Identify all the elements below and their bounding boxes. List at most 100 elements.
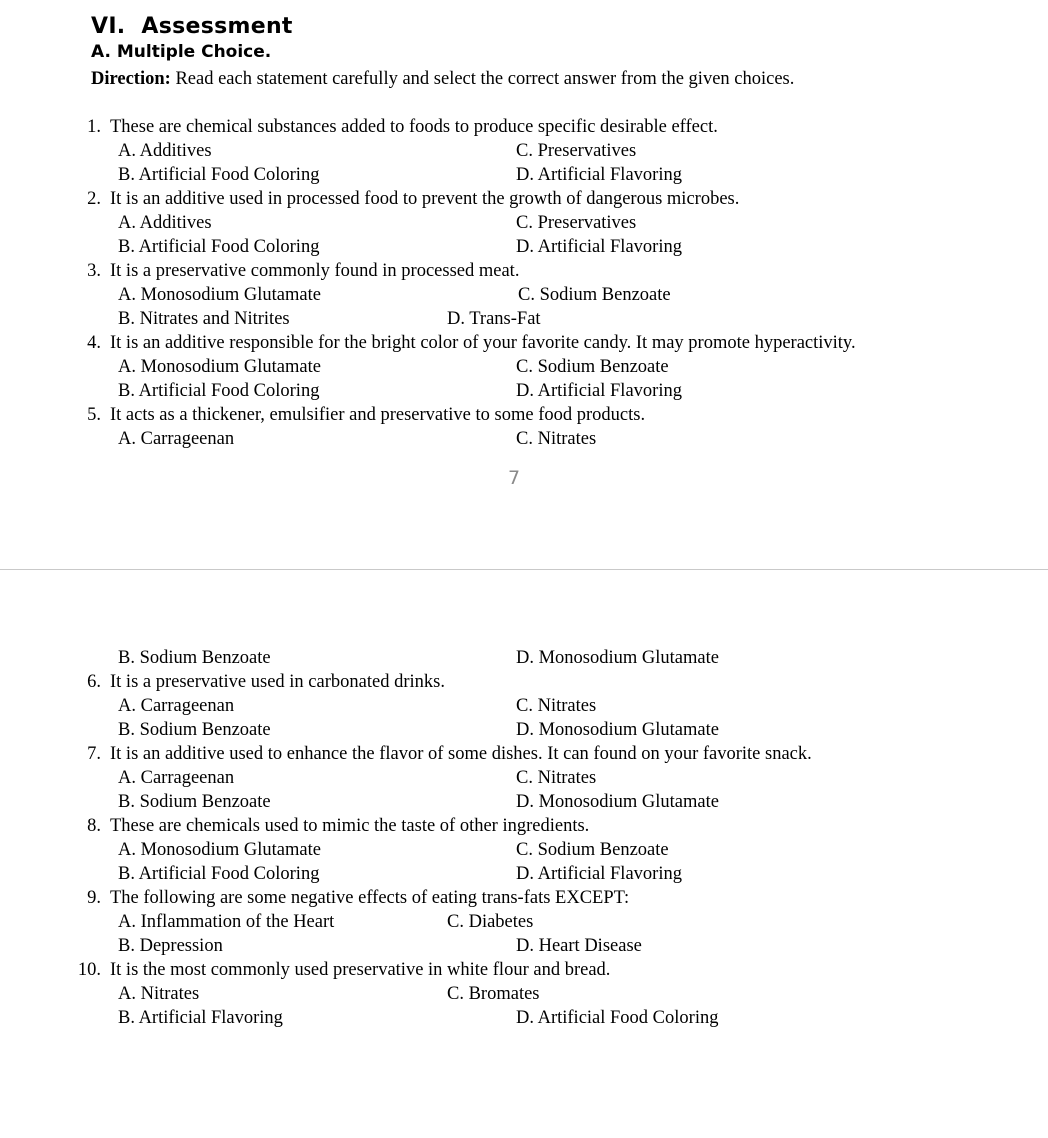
choice-row: A. Carrageenan C. Nitrates — [0, 427, 1048, 451]
choice-option-left[interactable]: B. Artificial Flavoring — [118, 1006, 283, 1030]
choice-row: B. Artificial Food Coloring D. Artificial… — [0, 235, 1048, 259]
question-item: 2. It is an additive used in processed fo… — [0, 187, 1048, 211]
choice-option-right[interactable]: D. Heart Disease — [516, 934, 642, 958]
choice-option-left[interactable]: A. Additives — [118, 211, 212, 235]
choice-row: B. Artificial Food Coloring D. Artificial… — [0, 163, 1048, 187]
document-header: VI. Assessment A. Multiple Choice. Direc… — [0, 0, 1048, 91]
question-number: 9. — [87, 888, 101, 908]
choice-row: A. Monosodium Glutamate C. Sodium Benzoat… — [0, 355, 1048, 379]
choice-row: B. Artificial Flavoring D. Artificial Foo… — [0, 1006, 1048, 1030]
question-number: 8. — [87, 816, 101, 836]
choice-option-left[interactable]: B. Sodium Benzoate — [118, 718, 271, 742]
direction-text: Read each statement carefully and select… — [170, 69, 795, 89]
choice-row: A. Carrageenan C. Nitrates — [0, 766, 1048, 790]
choice-row: A. Additives C. Preservatives — [0, 211, 1048, 235]
page-bottom-spacer — [0, 489, 1048, 569]
question-item: 7. It is an additive used to enhance the … — [0, 742, 1048, 766]
question-number: 7. — [87, 744, 101, 764]
choice-option-right[interactable]: C. Sodium Benzoate — [516, 355, 669, 379]
choice-option-right[interactable]: D. Artificial Flavoring — [516, 379, 682, 403]
choice-row: B. Sodium Benzoate D. Monosodium Glutamat… — [0, 790, 1048, 814]
choice-option-left[interactable]: A. Carrageenan — [118, 694, 234, 718]
question-text: These are chemicals used to mimic the ta… — [110, 816, 590, 836]
choice-option-left[interactable]: A. Monosodium Glutamate — [118, 283, 321, 307]
choice-option-right[interactable]: C. Sodium Benzoate — [516, 838, 669, 862]
choice-row: A. Inflammation of the Heart C. Diabetes — [0, 910, 1048, 934]
question-text: It is an additive used to enhance the fl… — [110, 744, 812, 764]
page-title: VI. Assessment — [91, 14, 293, 39]
page-top-spacer — [0, 570, 1048, 646]
question-text: It is an additive responsible for the br… — [110, 333, 856, 353]
choice-row: A. Monosodium Glutamate C. Sodium Benzoat… — [0, 838, 1048, 862]
choice-row: A. Monosodium Glutamate C. Sodium Benzoat… — [0, 283, 1048, 307]
choice-row: B. Nitrates and Nitrites D. Trans-Fat — [0, 307, 1048, 331]
choice-option-left[interactable]: B. Nitrates and Nitrites — [118, 307, 290, 331]
question-text: These are chemical substances added to f… — [110, 117, 718, 137]
choice-option-right[interactable]: C. Nitrates — [516, 766, 596, 790]
choice-row: A. Carrageenan C. Nitrates — [0, 694, 1048, 718]
choice-option-left[interactable]: B. Artificial Food Coloring — [118, 379, 319, 403]
page-number: 7 — [507, 467, 521, 489]
choice-option-right[interactable]: D. Monosodium Glutamate — [516, 718, 719, 742]
question-number: 3. — [87, 261, 101, 281]
question-number: 1. — [87, 117, 101, 137]
choice-row: B. Depression D. Heart Disease — [0, 934, 1048, 958]
question-number: 2. — [87, 189, 101, 209]
choice-option-right[interactable]: C. Preservatives — [516, 139, 636, 163]
choice-option-right[interactable]: D. Trans-Fat — [447, 307, 541, 331]
direction-label: Direction: — [91, 69, 171, 89]
question-number: 10. — [77, 960, 101, 980]
question-item: 8. These are chemicals used to mimic the … — [0, 814, 1048, 838]
choice-option-right[interactable]: C. Sodium Benzoate — [518, 283, 671, 307]
choice-row: B. Artificial Food Coloring D. Artificial… — [0, 862, 1048, 886]
choice-option-left[interactable]: B. Artificial Food Coloring — [118, 235, 319, 259]
choice-option-left[interactable]: A. Additives — [118, 139, 212, 163]
choice-option-right[interactable]: D. Monosodium Glutamate — [516, 790, 719, 814]
question-item: 5. It acts as a thickener, emulsifier and… — [0, 403, 1048, 427]
choice-option-left[interactable]: A. Nitrates — [118, 982, 199, 1006]
question-text: It is an additive used in processed food… — [110, 189, 740, 209]
question-number: 6. — [87, 672, 101, 692]
choice-option-right[interactable]: D. Artificial Flavoring — [516, 163, 682, 187]
choice-row: A. Nitrates C. Bromates — [0, 982, 1048, 1006]
choice-option-right[interactable]: D. Artificial Food Coloring — [516, 1006, 718, 1030]
section-title: A. Multiple Choice. — [91, 42, 272, 62]
choice-option-right[interactable]: D. Monosodium Glutamate — [516, 646, 719, 670]
question-item: 4. It is an additive responsible for the … — [0, 331, 1048, 355]
choice-option-right[interactable]: C. Nitrates — [516, 694, 596, 718]
question-item: 10. It is the most commonly used preserva… — [0, 958, 1048, 982]
question-list-page-1: 1. These are chemical substances added to… — [0, 115, 1048, 451]
choice-row: B. Artificial Food Coloring D. Artificial… — [0, 379, 1048, 403]
question-number: 5. — [87, 405, 101, 425]
choice-row: A. Additives C. Preservatives — [0, 139, 1048, 163]
question-item: 9. The following are some negative effect… — [0, 886, 1048, 910]
choice-option-right[interactable]: C. Preservatives — [516, 211, 636, 235]
document-page: VI. Assessment A. Multiple Choice. Direc… — [0, 0, 1048, 1030]
question-number: 4. — [87, 333, 101, 353]
question-item: 6. It is a preservative used in carbonate… — [0, 670, 1048, 694]
question-text: It is the most commonly used preservativ… — [110, 960, 611, 980]
choice-row: B. Sodium Benzoate D. Monosodium Glutamat… — [0, 718, 1048, 742]
choice-option-right[interactable]: D. Artificial Flavoring — [516, 862, 682, 886]
question-text: It is a preservative used in carbonated … — [110, 672, 445, 692]
choice-option-right[interactable]: C. Nitrates — [516, 427, 596, 451]
choice-option-left[interactable]: A. Monosodium Glutamate — [118, 838, 321, 862]
question-text: The following are some negative effects … — [110, 888, 630, 908]
choice-option-left[interactable]: B. Sodium Benzoate — [118, 790, 271, 814]
choice-option-right[interactable]: D. Artificial Flavoring — [516, 235, 682, 259]
question-item: 1. These are chemical substances added to… — [0, 115, 1048, 139]
question-text: It is a preservative commonly found in p… — [110, 261, 520, 281]
choice-option-left[interactable]: B. Sodium Benzoate — [118, 646, 271, 670]
direction-paragraph: Direction: Read each statement carefully… — [91, 67, 971, 91]
question-text: It acts as a thickener, emulsifier and p… — [110, 405, 646, 425]
choice-option-left[interactable]: B. Artificial Food Coloring — [118, 862, 319, 886]
choice-option-left[interactable]: A. Monosodium Glutamate — [118, 355, 321, 379]
choice-option-right[interactable]: C. Bromates — [447, 982, 540, 1006]
choice-option-left[interactable]: B. Artificial Food Coloring — [118, 163, 319, 187]
choice-option-left[interactable]: A. Carrageenan — [118, 766, 234, 790]
question-list-page-2: B. Sodium Benzoate D. Monosodium Glutamat… — [0, 646, 1048, 1030]
choice-option-left[interactable]: B. Depression — [118, 934, 223, 958]
choice-option-left[interactable]: A. Inflammation of the Heart — [118, 910, 334, 934]
choice-option-right[interactable]: C. Diabetes — [447, 910, 533, 934]
choice-option-left[interactable]: A. Carrageenan — [118, 427, 234, 451]
